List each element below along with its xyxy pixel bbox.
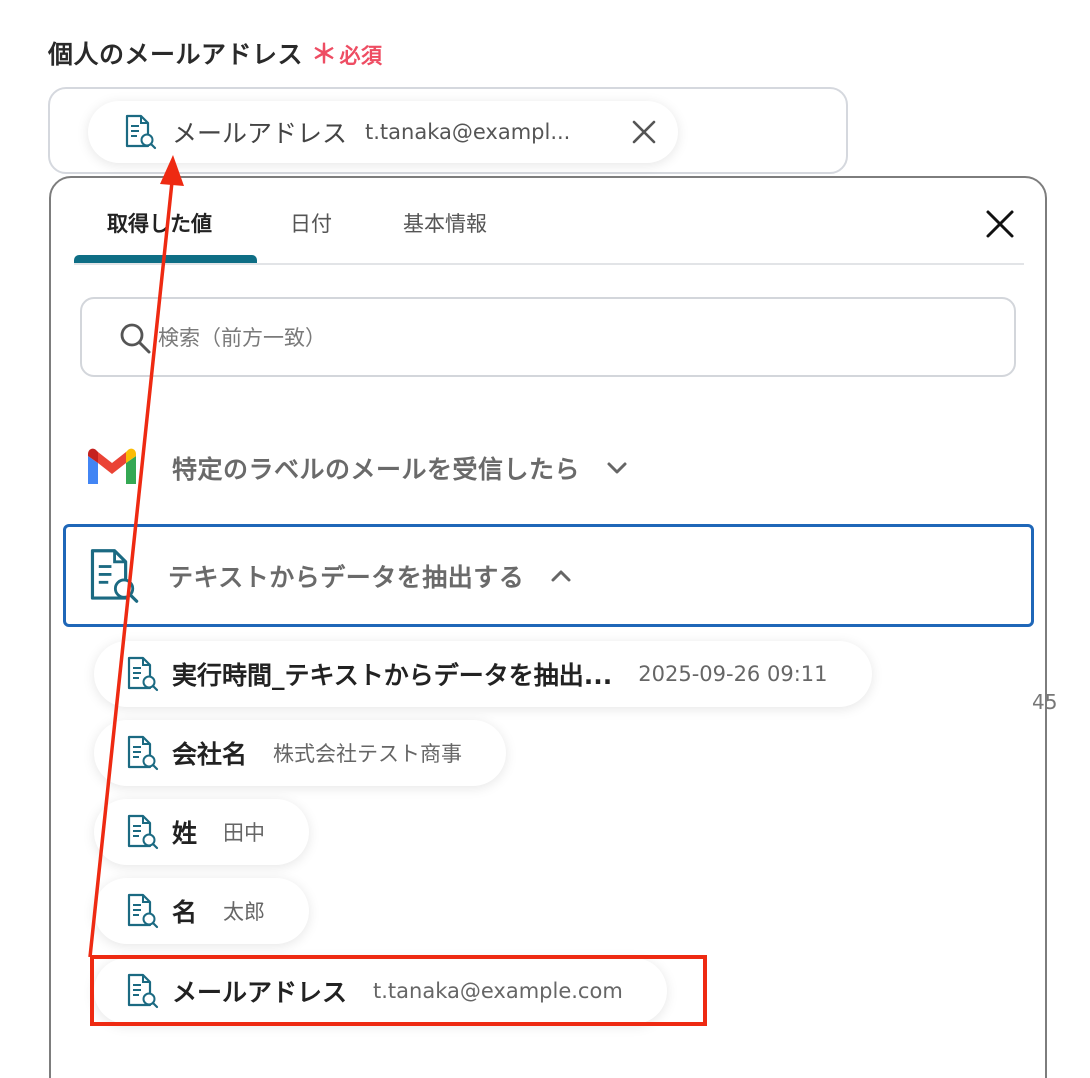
annotation-arrow [88,155,184,958]
